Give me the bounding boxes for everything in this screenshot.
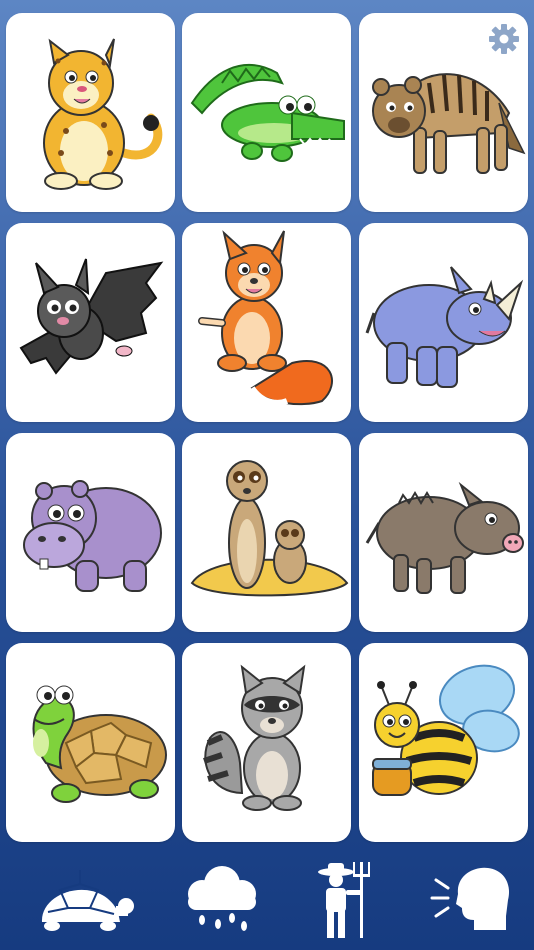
animal-card-fox[interactable]: Fox (182, 223, 351, 422)
sound-tab-button[interactable] (418, 860, 528, 940)
turtle-illustration (32, 685, 167, 803)
bee-illustration (372, 664, 520, 796)
bottom-toolbar (0, 850, 534, 950)
hippopotamus-illustration (23, 480, 162, 592)
rhinoceros-illustration (365, 266, 524, 388)
raccoon-illustration (203, 664, 306, 811)
animal-grid: Jaguar Crocodile (0, 0, 534, 850)
animal-card-wild-boar[interactable]: Wild boar (359, 433, 528, 632)
animal-card-label: Hyena (359, 13, 360, 14)
farmer-icon (318, 862, 370, 938)
settings-gear-icon[interactable] (488, 23, 520, 55)
animal-card-hippopotamus[interactable]: Hippopotamus (6, 433, 175, 632)
animal-card-jaguar[interactable]: Jaguar (6, 13, 175, 212)
speaking-head-icon (430, 867, 510, 930)
animal-card-raccoon[interactable]: Raccoon (182, 643, 351, 842)
weather-tab-button[interactable] (166, 860, 276, 940)
animal-card-crocodile[interactable]: Crocodile (182, 13, 351, 212)
animal-card-hyena[interactable]: Hyena (359, 13, 528, 212)
farm-tab-button[interactable] (298, 860, 408, 940)
animal-card-rhinoceros[interactable]: Rhinoceros (359, 223, 528, 422)
animal-card-turtle[interactable]: Turtle (6, 643, 175, 842)
animal-card-meerkat[interactable]: Meerkat (182, 433, 351, 632)
bat-illustration (19, 258, 164, 375)
fox-illustration (198, 230, 333, 406)
animal-card-bat[interactable]: Bat (6, 223, 175, 422)
turtle-tab-button[interactable] (30, 860, 140, 940)
rain-cloud-icon (188, 866, 256, 931)
turtle-icon (41, 870, 134, 931)
jaguar-illustration (43, 38, 163, 190)
animal-card-bee[interactable]: Bee (359, 643, 528, 842)
meerkat-illustration (190, 460, 349, 597)
wild-boar-illustration (365, 481, 524, 594)
crocodile-illustration (190, 63, 345, 162)
